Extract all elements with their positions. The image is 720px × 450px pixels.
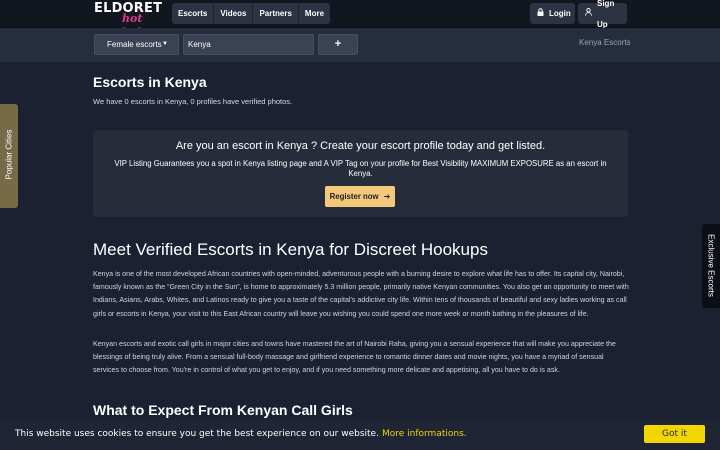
nav-item-escorts[interactable]: Escorts — [172, 3, 215, 24]
promo-title: Are you an escort in Kenya ? Create your… — [175, 140, 546, 152]
search-bar: Female escorts ▼ + Kenya Escorts — [0, 28, 720, 62]
location-input[interactable] — [183, 34, 314, 55]
popular-cities-label: Popular Cities — [4, 129, 14, 180]
signup-button[interactable]: Sign Up — [578, 0, 627, 29]
arrow-right-icon: ➔ — [383, 192, 391, 201]
nav-item-more[interactable]: More — [299, 3, 330, 24]
breadcrumb[interactable]: Kenya Escorts — [579, 38, 631, 47]
intro-paragraph-1: Kenya is one of the most developed Afric… — [93, 270, 629, 318]
login-label: Login — [549, 9, 571, 18]
popular-cities-tab[interactable]: Popular Cities — [0, 104, 18, 208]
lock-icon — [537, 3, 544, 24]
cookie-banner: This website uses cookies to ensure you … — [0, 419, 720, 450]
user-icon — [585, 3, 592, 24]
category-select[interactable]: Female escorts ▼ — [94, 34, 179, 55]
register-label: Register now — [329, 192, 379, 201]
cookie-more-info-link[interactable]: More informations. — [382, 429, 467, 439]
top-navbar: ELDORET hot babes Escorts Videos Partner… — [0, 0, 720, 40]
cookie-text: This website uses cookies to ensure you … — [15, 429, 379, 439]
main-nav: Escorts Videos Partners More — [172, 3, 331, 24]
exclusive-escorts-tab[interactable]: Exclusive Escorts — [702, 224, 720, 308]
add-filter-button[interactable]: + — [318, 34, 358, 55]
cookie-accept-button[interactable]: Got it — [644, 425, 705, 443]
promo-text: VIP Listing Guarantees you a spot in Ken… — [114, 159, 607, 178]
nav-item-videos[interactable]: Videos — [214, 3, 254, 24]
site-logo[interactable]: ELDORET hot babes — [94, 2, 168, 40]
register-button[interactable]: Register now ➔ — [325, 186, 395, 207]
exclusive-escorts-label: Exclusive Escorts — [706, 234, 716, 297]
page-title: Escorts in Kenya — [93, 74, 207, 90]
page-subtitle: We have 0 escorts in Kenya, 0 profiles h… — [93, 97, 293, 106]
promo-box: Are you an escort in Kenya ? Create your… — [93, 130, 628, 217]
main-heading: Meet Verified Escorts in Kenya for Discr… — [93, 240, 488, 259]
nav-item-partners[interactable]: Partners — [253, 3, 299, 24]
category-selected-value: Female escorts — [107, 40, 162, 49]
section-subheading: What to Expect From Kenyan Call Girls — [93, 402, 353, 418]
caret-down-icon: ▼ — [162, 41, 168, 47]
cookie-message: This website uses cookies to ensure you … — [15, 429, 467, 439]
login-button[interactable]: Login — [530, 3, 575, 24]
intro-paragraph-2: Kenyan escorts and exotic call girls in … — [93, 340, 616, 375]
